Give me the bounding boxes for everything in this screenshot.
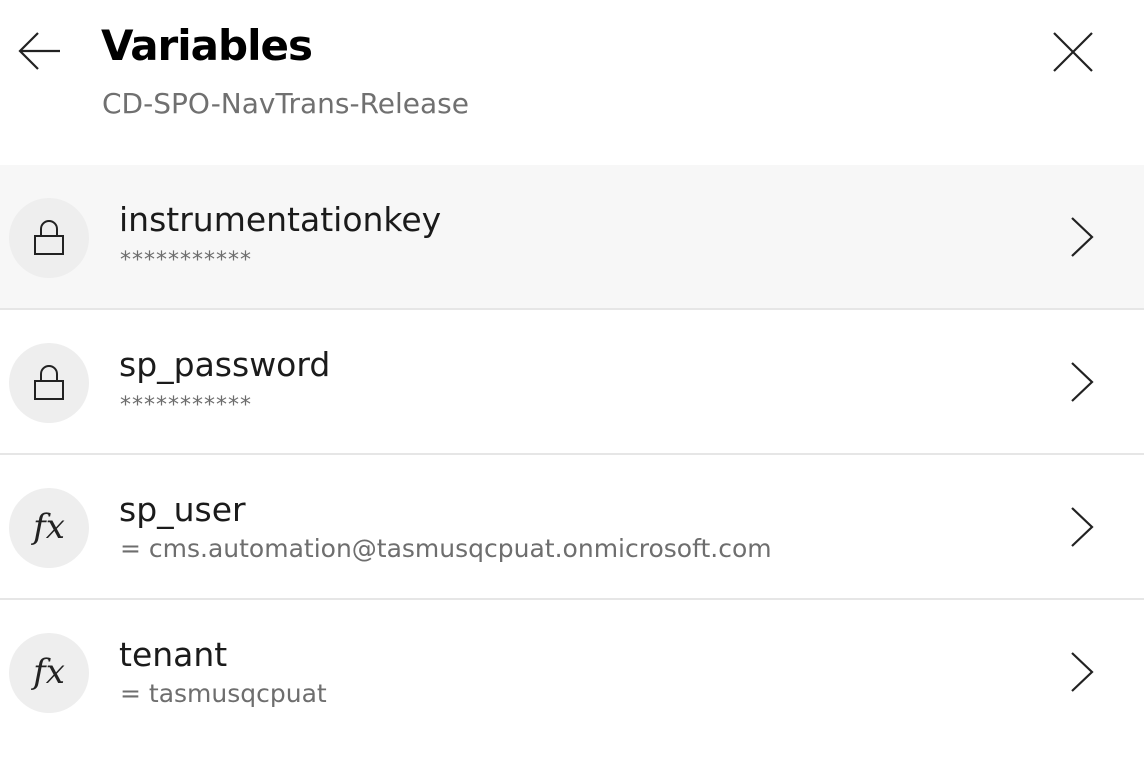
- chevron-right-icon: [1062, 216, 1102, 258]
- variable-name: sp_user: [119, 490, 246, 529]
- fx-icon: fx: [33, 507, 65, 547]
- variables-list: instrumentationkey *********** sp_passwo…: [0, 165, 1144, 745]
- variable-name: sp_password: [119, 345, 331, 384]
- variables-panel: Variables CD-SPO-NavTrans-Release instru…: [0, 0, 1144, 783]
- close-button[interactable]: [1046, 25, 1100, 79]
- variable-row[interactable]: sp_password ***********: [0, 310, 1144, 455]
- variable-row[interactable]: fx sp_user = cms.automation@tasmusqcpuat…: [0, 455, 1144, 600]
- panel-header: Variables CD-SPO-NavTrans-Release: [0, 0, 1144, 165]
- lock-icon: [34, 365, 64, 400]
- variable-row[interactable]: fx tenant = tasmusqcpuat: [0, 600, 1144, 745]
- variable-type-badge: fx: [9, 488, 89, 568]
- pipeline-name: CD-SPO-NavTrans-Release: [102, 87, 469, 120]
- lock-icon: [34, 220, 64, 255]
- variable-value: ***********: [120, 248, 252, 273]
- variable-type-badge: [9, 198, 89, 278]
- fx-icon: fx: [33, 652, 65, 692]
- page-title: Variables: [101, 21, 313, 70]
- variable-value: = cms.automation@tasmusqcpuat.onmicrosof…: [120, 534, 772, 563]
- back-button[interactable]: [14, 28, 64, 74]
- variable-row[interactable]: instrumentationkey ***********: [0, 165, 1144, 310]
- variable-type-badge: fx: [9, 633, 89, 713]
- variable-name: tenant: [119, 635, 228, 674]
- chevron-right-icon: [1062, 651, 1102, 693]
- arrow-left-icon: [18, 32, 60, 70]
- variable-type-badge: [9, 343, 89, 423]
- chevron-right-icon: [1062, 361, 1102, 403]
- close-icon: [1053, 32, 1093, 72]
- variable-value: = tasmusqcpuat: [120, 679, 327, 708]
- variable-value: ***********: [120, 393, 252, 418]
- variable-name: instrumentationkey: [119, 200, 442, 239]
- chevron-right-icon: [1062, 506, 1102, 548]
